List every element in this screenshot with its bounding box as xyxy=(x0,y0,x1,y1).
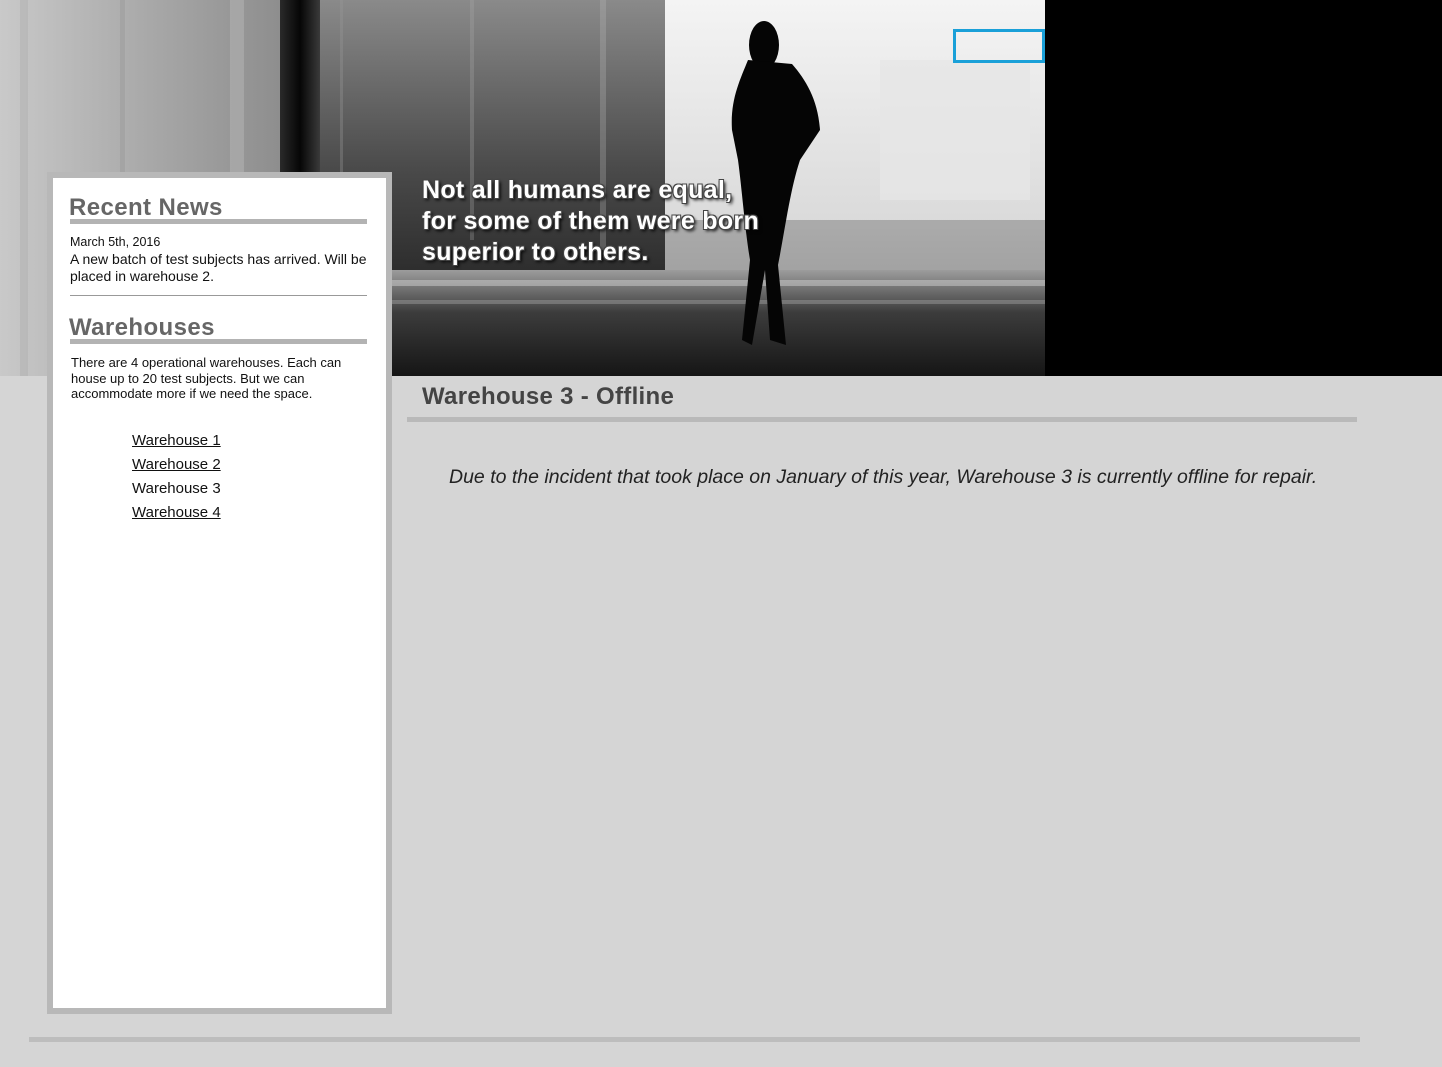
footer-rule xyxy=(29,1037,1360,1042)
warehouse-2-link[interactable]: Warehouse 2 xyxy=(132,456,221,473)
warehouse-4-link[interactable]: Warehouse 4 xyxy=(132,504,221,521)
warehouses-description: There are 4 operational warehouses. Each… xyxy=(71,355,342,402)
list-item: Warehouse 1 xyxy=(132,432,221,456)
news-heading-rule xyxy=(70,219,367,224)
offline-message: Due to the incident that took place on J… xyxy=(449,466,1318,488)
hero-quote: Not all humans are equal, for some of th… xyxy=(422,175,759,268)
hero-quote-line: Not all humans are equal, xyxy=(422,176,733,204)
focus-highlight-box[interactable] xyxy=(953,29,1045,63)
warehouse-3-link[interactable]: Warehouse 3 xyxy=(132,480,221,497)
list-item: Warehouse 3 xyxy=(132,480,221,504)
page-title: Warehouse 3 - Offline xyxy=(422,383,675,410)
news-heading: Recent News xyxy=(69,194,223,221)
warehouses-heading: Warehouses xyxy=(69,314,215,341)
sidebar: Recent News March 5th, 2016 A new batch … xyxy=(47,172,392,1014)
news-date: March 5th, 2016 xyxy=(70,235,161,249)
list-item: Warehouse 4 xyxy=(132,504,221,528)
title-rule xyxy=(407,417,1357,422)
warehouses-heading-rule xyxy=(70,339,367,344)
section-divider xyxy=(70,295,367,296)
list-item: Warehouse 2 xyxy=(132,456,221,480)
hero-quote-line: superior to others. xyxy=(422,238,649,266)
warehouse-link-list: Warehouse 1 Warehouse 2 Warehouse 3 Ware… xyxy=(132,432,221,528)
warehouse-1-link[interactable]: Warehouse 1 xyxy=(132,432,221,449)
hero-quote-line: for some of them were born xyxy=(422,207,760,235)
news-text: A new batch of test subjects has arrived… xyxy=(70,251,367,284)
